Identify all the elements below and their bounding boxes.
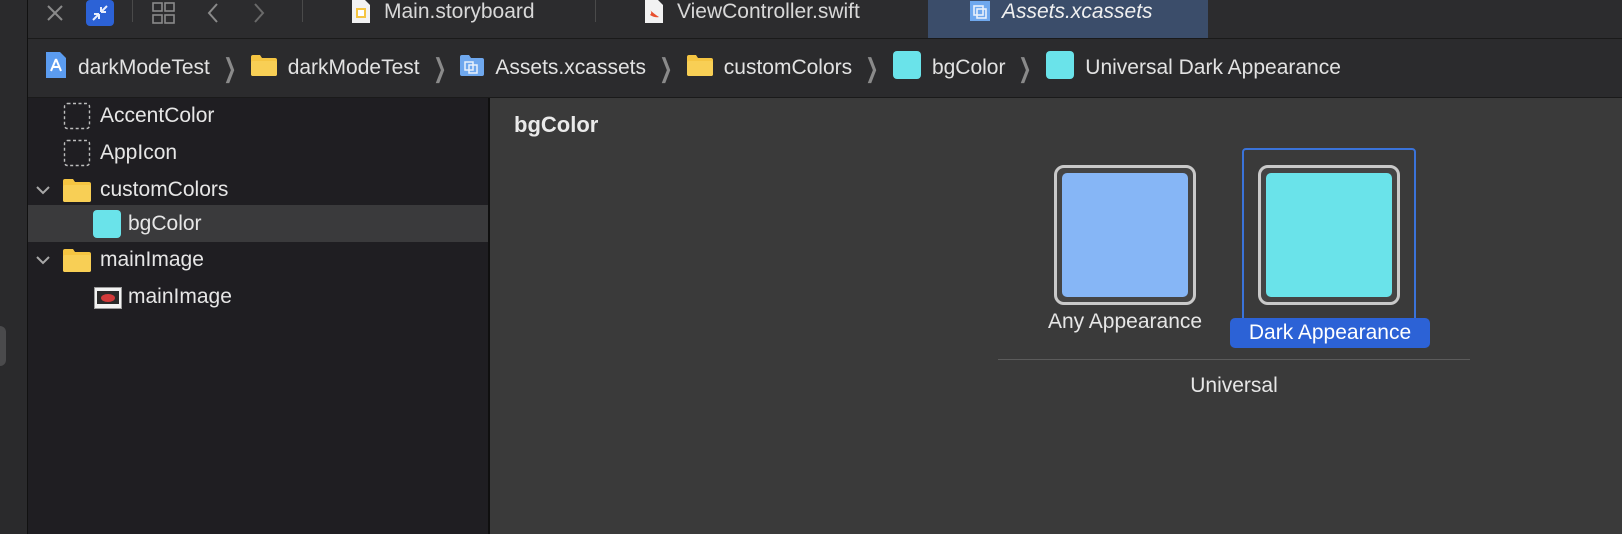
breadcrumb-label: bgColor xyxy=(931,56,1006,79)
list-item-label: bgColor xyxy=(128,211,202,235)
dark-appearance-well[interactable] xyxy=(1258,165,1400,305)
breadcrumb-color-set[interactable]: bgColor xyxy=(892,50,1006,86)
breadcrumb-folder[interactable]: customColors xyxy=(686,53,852,83)
color-swatch-icon xyxy=(92,209,122,245)
dark-appearance-swatch xyxy=(1266,173,1392,297)
asset-editor: bgColor Any Appearance Dark Appearance U… xyxy=(490,98,1622,534)
breadcrumb: darkModeTest ❯ darkModeTest ❯ Assets.xca… xyxy=(28,39,1622,98)
empty-app-icon-set-icon xyxy=(63,139,91,173)
asset-catalog-icon xyxy=(459,53,485,83)
tab-bar: Main.storyboard ViewController.swift Ass… xyxy=(28,0,1622,39)
asset-navigator: AccentColor AppIcon customColors bgColor… xyxy=(28,98,490,534)
list-item[interactable]: customColors xyxy=(28,172,488,208)
tab-viewcontroller-swift[interactable]: ViewController.swift xyxy=(643,0,913,32)
color-swatch-icon xyxy=(1045,50,1075,86)
list-item[interactable]: bgColor xyxy=(28,205,488,242)
storyboard-file-icon xyxy=(350,0,372,24)
back-chevron-icon[interactable] xyxy=(202,0,224,26)
list-item-label: AccentColor xyxy=(100,104,215,127)
dark-appearance-label[interactable]: Dark Appearance xyxy=(1230,318,1430,348)
toolbar-separator xyxy=(302,0,303,22)
breadcrumb-label: Universal Dark Appearance xyxy=(1085,56,1341,79)
list-item-label: customColors xyxy=(100,178,229,201)
color-set-title: bgColor xyxy=(514,112,599,137)
any-appearance-swatch xyxy=(1062,173,1188,297)
breadcrumb-label: customColors xyxy=(723,56,853,79)
any-appearance-label[interactable]: Any Appearance xyxy=(1018,310,1232,334)
project-icon xyxy=(44,51,68,85)
breadcrumb-folder[interactable]: darkModeTest xyxy=(250,53,420,83)
tab-separator xyxy=(595,0,596,22)
tab-label: Assets.xcassets xyxy=(1002,0,1153,23)
chevron-right-icon: ❯ xyxy=(223,53,237,83)
list-item-label: mainImage xyxy=(128,285,232,308)
tab-main-storyboard[interactable]: Main.storyboard xyxy=(350,0,590,32)
list-item-label: AppIcon xyxy=(100,141,178,164)
breadcrumb-label: Assets.xcassets xyxy=(495,56,646,79)
tab-label: ViewController.swift xyxy=(677,0,860,23)
chevron-down-icon[interactable] xyxy=(34,181,52,199)
breadcrumb-asset-catalog[interactable]: Assets.xcassets xyxy=(459,53,646,83)
breadcrumb-appearance[interactable]: Universal Dark Appearance xyxy=(1045,50,1341,86)
breadcrumb-label: darkModeTest xyxy=(287,56,420,79)
empty-color-set-icon xyxy=(63,102,91,136)
toolbar-separator xyxy=(132,0,133,22)
list-item[interactable]: AppIcon xyxy=(28,135,488,171)
list-item-label: mainImage xyxy=(100,248,204,271)
breadcrumb-label: darkModeTest xyxy=(78,56,210,79)
sidebar-resize-handle[interactable] xyxy=(0,326,6,366)
color-swatch-icon xyxy=(892,50,922,86)
chevron-right-icon: ❯ xyxy=(432,53,447,83)
folder-icon xyxy=(686,53,714,83)
folder-icon xyxy=(62,247,92,279)
left-window-strip xyxy=(0,0,28,534)
asset-catalog-icon xyxy=(968,0,990,24)
breadcrumb-project[interactable]: darkModeTest xyxy=(44,51,210,85)
chevron-right-icon: ❯ xyxy=(659,53,673,83)
tab-label: Main.storyboard xyxy=(384,0,535,23)
swift-file-icon xyxy=(643,0,665,24)
universal-group-label: Universal xyxy=(1190,374,1278,397)
list-item[interactable]: mainImage xyxy=(28,242,488,278)
collapse-editor-icon[interactable] xyxy=(86,0,114,26)
close-icon[interactable] xyxy=(42,0,68,26)
group-divider xyxy=(998,359,1470,360)
chevron-down-icon[interactable] xyxy=(34,251,52,269)
chevron-right-icon: ❯ xyxy=(1018,53,1032,83)
chevron-right-icon: ❯ xyxy=(865,53,879,83)
image-set-icon xyxy=(94,287,122,315)
forward-chevron-icon[interactable] xyxy=(248,0,270,26)
tab-assets-xcassets[interactable]: Assets.xcassets xyxy=(928,0,1208,38)
folder-icon xyxy=(250,53,278,83)
related-items-icon[interactable] xyxy=(150,0,178,26)
any-appearance-well[interactable] xyxy=(1054,165,1196,305)
list-item[interactable]: AccentColor xyxy=(28,98,488,134)
list-item[interactable]: mainImage xyxy=(28,279,488,315)
